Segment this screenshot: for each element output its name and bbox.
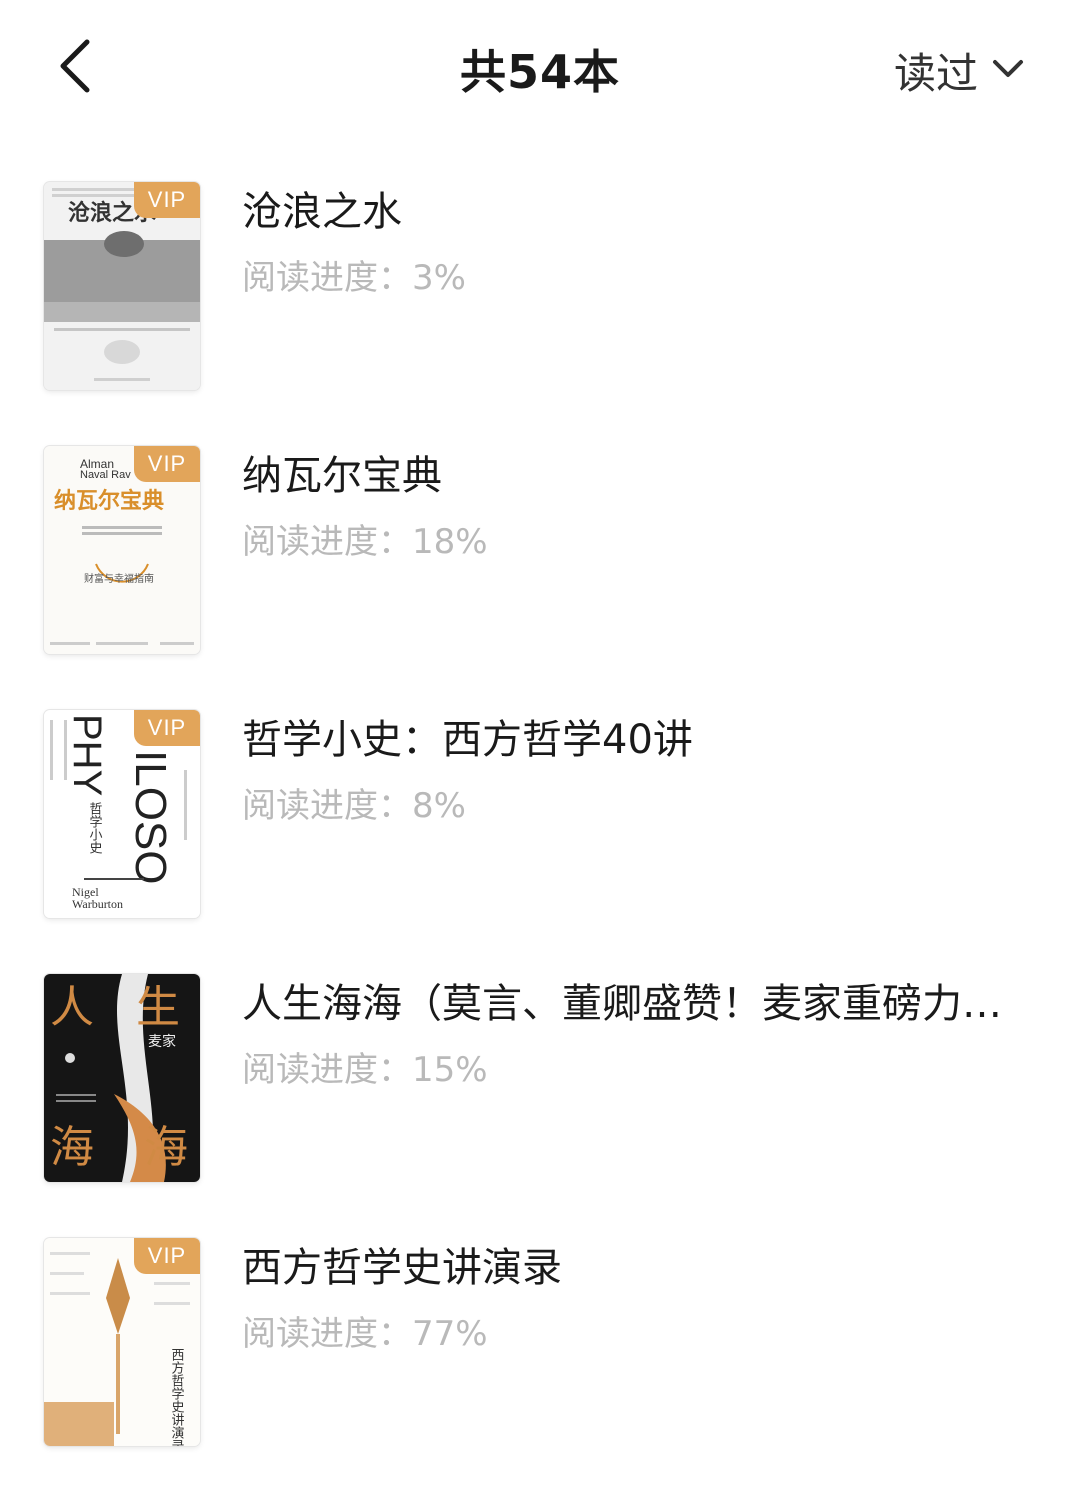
top-bar: 共54本 读过 [0,0,1080,140]
svg-text:财富与幸福指南: 财富与幸福指南 [84,572,154,585]
filter-label: 读过 [893,49,978,98]
reading-progress: 阅读进度：8% [242,786,466,826]
svg-text:ILOSO: ILOSO [126,750,175,885]
book-cover[interactable]: 西方哲学史讲演录 VIP [44,1238,200,1446]
filter-dropdown[interactable]: 读过 [894,40,1024,101]
book-title: 纳瓦尔宝典 [242,453,442,499]
book-cover[interactable]: 人 生 海 海 麦家 [44,974,200,1182]
svg-text:海: 海 [144,1122,188,1173]
book-cover[interactable]: 沧浪之水 VIP [44,182,200,390]
vip-badge: VIP [134,1238,200,1274]
book-list: 沧浪之水 VIP 沧浪之水 阅读进度：3% Alman Naval Rav 纳瓦… [0,182,1080,1502]
svg-text:麦家: 麦家 [148,1033,176,1050]
book-title: 西方哲学史讲演录 [242,1245,562,1291]
svg-text:Naval Rav: Naval Rav [80,469,131,481]
book-item[interactable]: 西方哲学史讲演录 VIP 西方哲学史讲演录 阅读进度：77% [0,1238,1080,1502]
svg-text:人: 人 [50,982,94,1033]
cover-art: 人 生 海 海 麦家 [44,974,200,1182]
svg-text:纳瓦尔宝典: 纳瓦尔宝典 [54,488,164,514]
svg-text:西方哲学史讲演录: 西方哲学史讲演录 [169,1348,185,1446]
book-item[interactable]: 人 生 海 海 麦家 人生海海（莫言、董卿盛赞！麦家重磅力… 阅读进度：15% [0,974,1080,1238]
svg-text:哲学小史: 哲学小史 [87,802,103,855]
reading-progress: 阅读进度：3% [242,258,466,298]
reading-progress: 阅读进度：15% [242,1050,488,1090]
book-item[interactable]: Alman Naval Rav 纳瓦尔宝典 财富与幸福指南 VIP 纳瓦尔宝典 … [0,446,1080,710]
book-item[interactable]: PHY ILOSO 哲学小史 Nigel Warburton VIP 哲学小史：… [0,710,1080,974]
book-cover[interactable]: Alman Naval Rav 纳瓦尔宝典 财富与幸福指南 VIP [44,446,200,654]
vip-badge: VIP [134,182,200,218]
book-title: 哲学小史：西方哲学40讲 [242,717,693,763]
svg-text:Warburton: Warburton [72,897,123,911]
svg-text:海: 海 [50,1122,94,1173]
svg-text:生: 生 [136,982,180,1033]
book-title: 沧浪之水 [242,189,402,235]
svg-text:PHY: PHY [65,714,109,796]
book-item[interactable]: 沧浪之水 VIP 沧浪之水 阅读进度：3% [0,182,1080,446]
vip-badge: VIP [134,446,200,482]
reading-progress: 阅读进度：18% [242,522,488,562]
vip-badge: VIP [134,710,200,746]
book-title: 人生海海（莫言、董卿盛赞！麦家重磅力… [242,981,1002,1027]
reading-progress: 阅读进度：77% [242,1314,488,1354]
chevron-down-icon [992,58,1024,84]
book-cover[interactable]: PHY ILOSO 哲学小史 Nigel Warburton VIP [44,710,200,918]
